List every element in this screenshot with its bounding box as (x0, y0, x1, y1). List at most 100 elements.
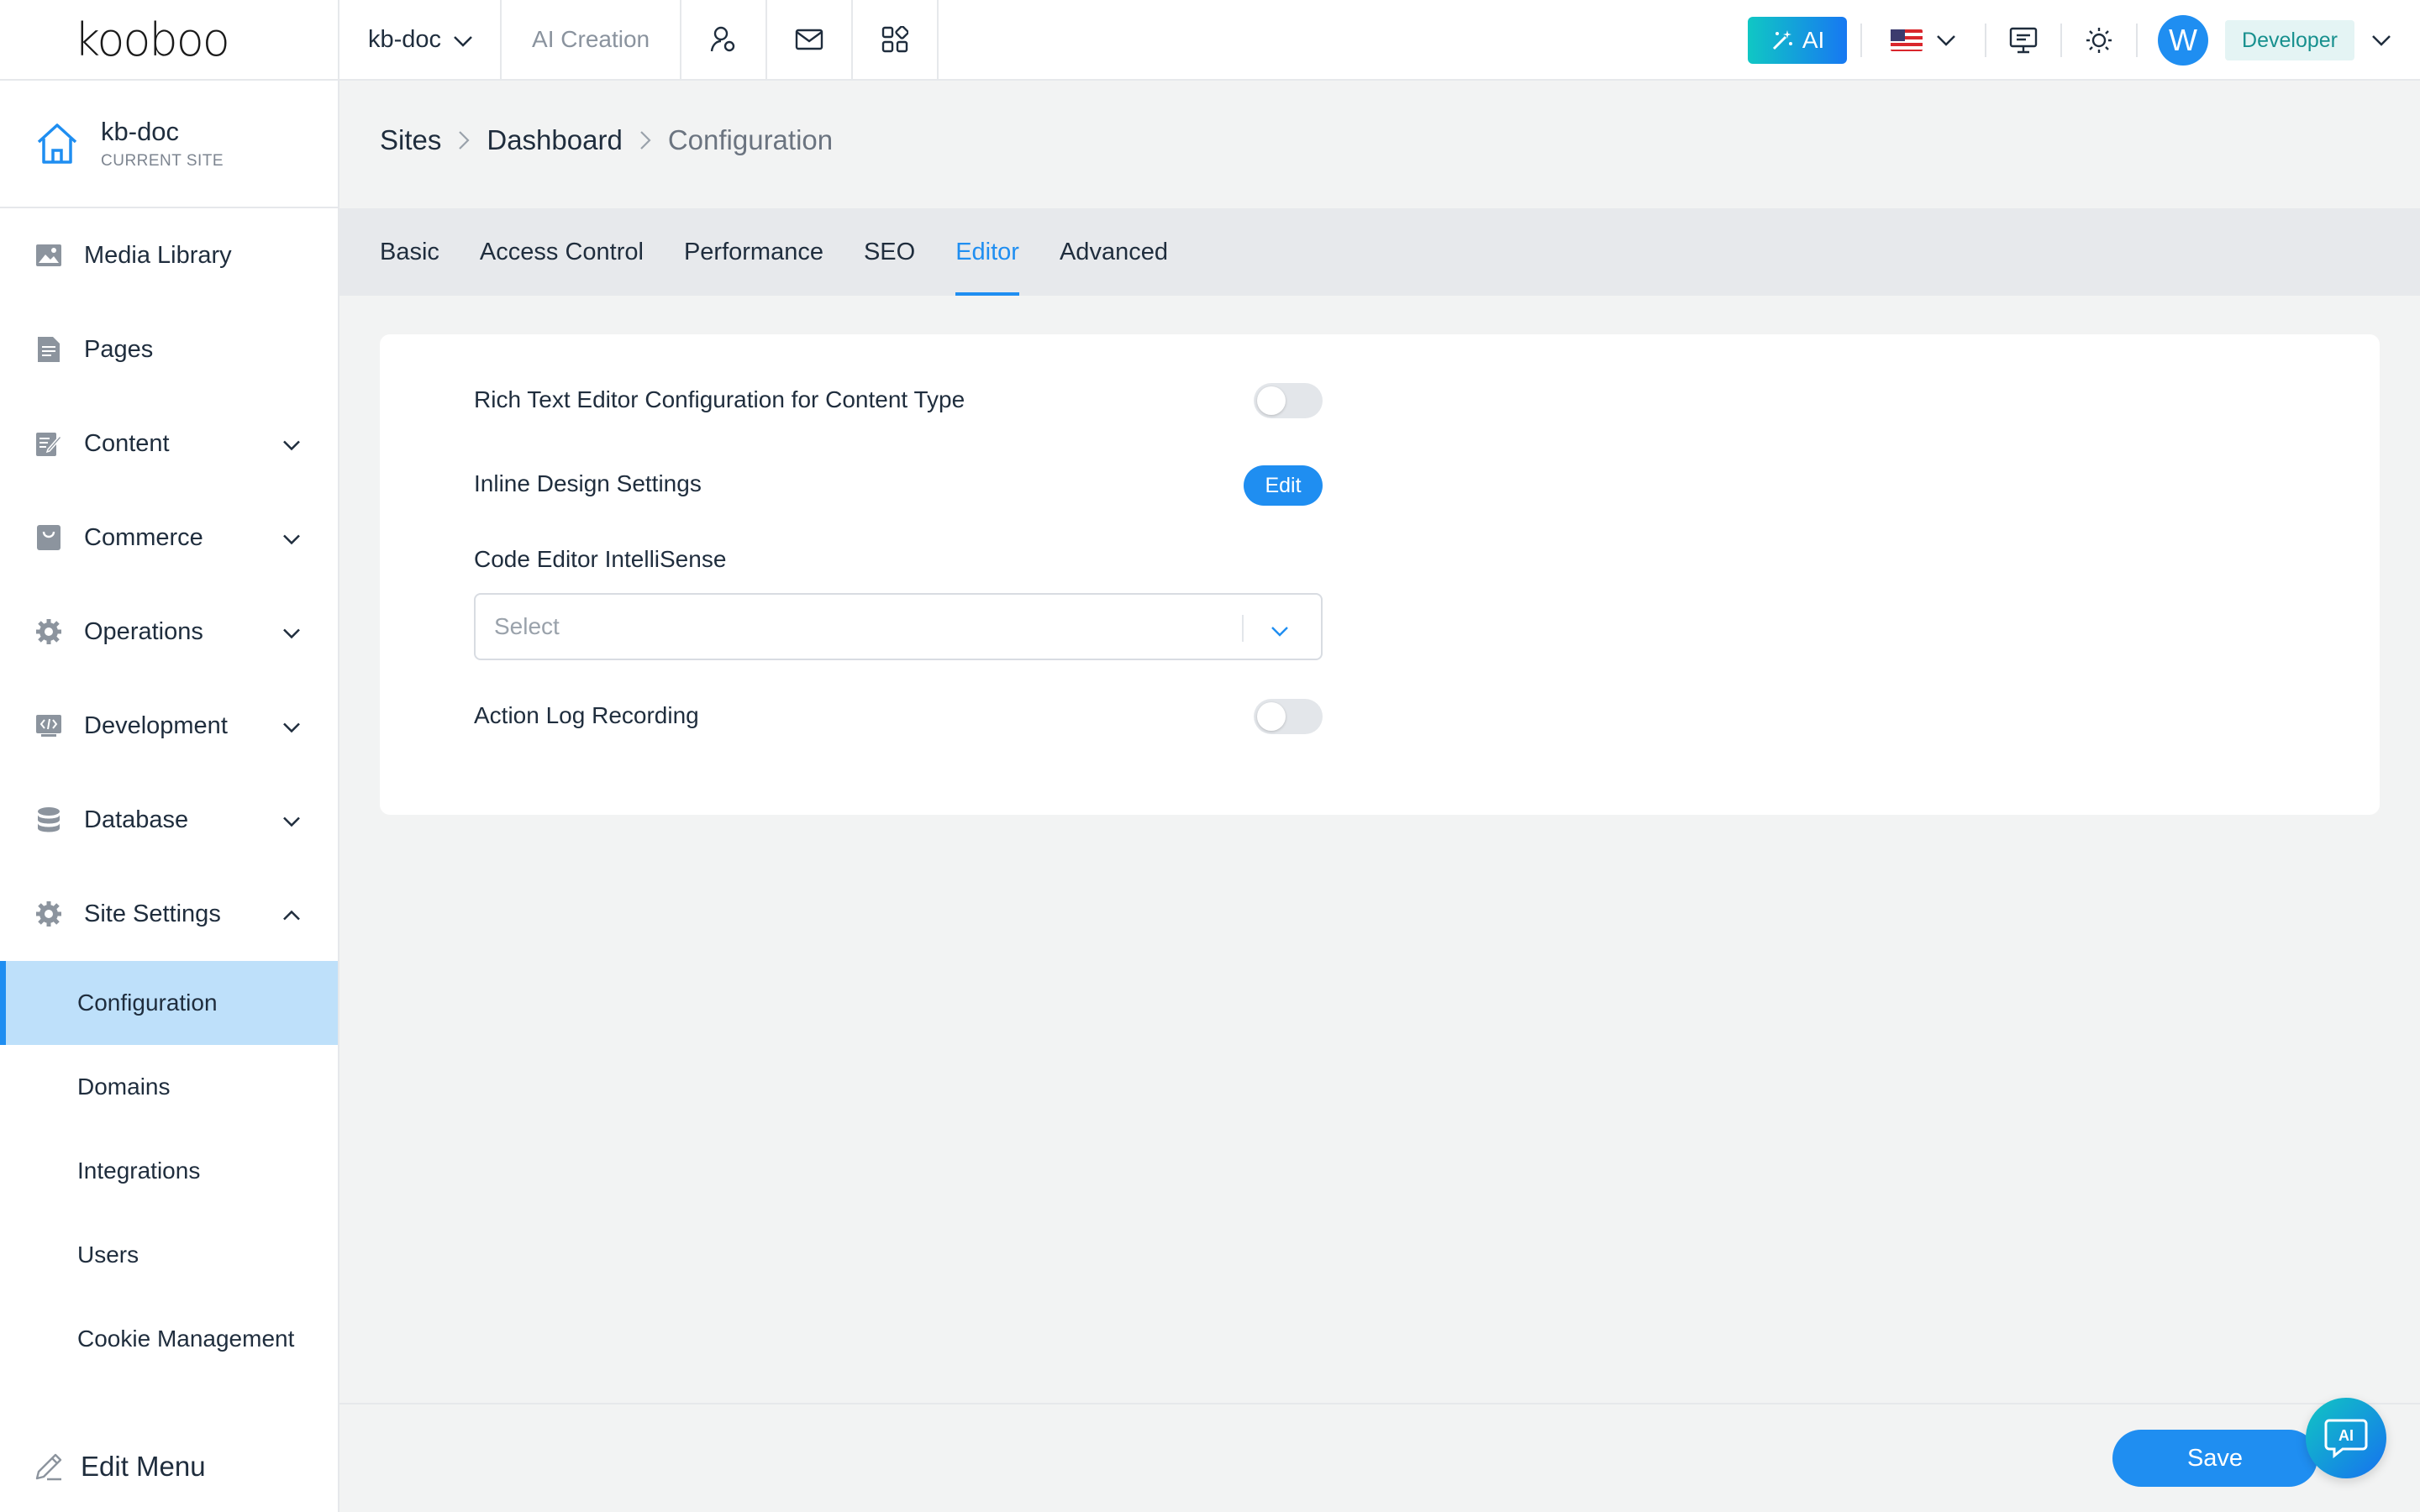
sidebar-subitem-label: Integrations (77, 1158, 201, 1184)
apps-button[interactable] (853, 0, 939, 80)
sidebar-item-content[interactable]: Content (0, 396, 338, 491)
sidebar-subitem-users[interactable]: Users (0, 1213, 338, 1297)
magic-wand-icon (1772, 30, 1792, 50)
ai-creation-label: AI Creation (532, 26, 650, 52)
gear-icon (35, 618, 62, 645)
sidebar-subitem-cookie-management[interactable]: Cookie Management (0, 1297, 338, 1381)
sidebar-item-label: Site Settings (84, 900, 221, 927)
database-icon (35, 806, 62, 833)
sidebar: kb-doc CURRENT SITE Media Library Pages … (0, 81, 339, 1512)
sidebar-item-label: Pages (84, 335, 154, 363)
language-selector[interactable] (1862, 29, 1985, 51)
tab-performance[interactable]: Performance (684, 208, 823, 296)
chevron-down-icon (1937, 35, 1955, 46)
tab-basic[interactable]: Basic (380, 208, 439, 296)
inline-design-edit-button[interactable]: Edit (1244, 465, 1323, 506)
bag-icon (35, 524, 62, 551)
mail-icon (795, 29, 823, 50)
sidebar-item-commerce[interactable]: Commerce (0, 491, 338, 585)
footer-divider (339, 1403, 2420, 1404)
messages-button[interactable] (767, 0, 854, 80)
edit-menu-button[interactable]: Edit Menu (0, 1421, 338, 1512)
role-badge[interactable]: Developer (2225, 20, 2354, 60)
kooboo-logo[interactable]: kooboo (0, 0, 339, 80)
save-button-label: Save (2186, 1444, 2244, 1472)
gear-icon (35, 900, 62, 927)
sidebar-subitem-label: Cookie Management (77, 1326, 295, 1352)
intellisense-label: Code Editor IntelliSense (474, 546, 727, 572)
page-icon (35, 336, 62, 363)
chevron-up-icon (282, 900, 301, 928)
sidebar-item-label: Operations (84, 617, 203, 645)
tab-advanced[interactable]: Advanced (1060, 208, 1168, 296)
breadcrumb: Sites Dashboard Configuration (380, 124, 833, 156)
chevron-down-icon (282, 430, 301, 458)
avatar-letter: W (2169, 23, 2198, 57)
pencil-icon (35, 1453, 62, 1481)
account-menu-toggle[interactable] (2354, 34, 2420, 46)
us-flag-icon (1891, 29, 1923, 51)
apps-grid-icon (881, 26, 909, 53)
sidebar-subitem-configuration[interactable]: Configuration (0, 961, 338, 1045)
chevron-down-icon (2372, 35, 2391, 46)
top-bar: kooboo kb-doc AI Creation AI W Developer (0, 0, 2420, 81)
save-button[interactable]: Save (2112, 1430, 2317, 1487)
config-tabs: Basic Access Control Performance SEO Edi… (339, 208, 2420, 296)
sidebar-item-operations[interactable]: Operations (0, 585, 338, 679)
user-settings-button[interactable] (681, 0, 768, 80)
theme-toggle-button[interactable] (2062, 0, 2136, 81)
inline-design-label: Inline Design Settings (474, 470, 702, 496)
intellisense-select[interactable]: Select (474, 593, 1323, 660)
sidebar-item-label: Commerce (84, 523, 203, 551)
top-right-tools: AI W Developer (1748, 0, 2420, 81)
chevron-down-icon (453, 26, 473, 54)
sidebar-item-development[interactable]: Development (0, 679, 338, 773)
chevron-down-icon (1270, 617, 1289, 643)
ai-button[interactable]: AI (1748, 17, 1848, 64)
breadcrumb-dashboard[interactable]: Dashboard (487, 124, 622, 156)
select-placeholder: Select (494, 613, 560, 639)
code-icon (35, 712, 62, 739)
chevron-down-icon (282, 806, 301, 834)
breadcrumb-sites[interactable]: Sites (380, 124, 441, 156)
edit-button-label: Edit (1265, 473, 1302, 497)
action-log-toggle[interactable] (1254, 699, 1323, 734)
ai-chat-icon: AI (2324, 1419, 2368, 1459)
ai-chat-button[interactable]: AI (2306, 1398, 2386, 1478)
logo-text: kooboo (74, 13, 230, 66)
tab-access-control[interactable]: Access Control (480, 208, 644, 296)
sidebar-item-pages[interactable]: Pages (0, 302, 338, 396)
ai-chat-label: AI (2338, 1427, 2354, 1444)
tab-editor[interactable]: Editor (955, 208, 1019, 296)
toggle-knob (1257, 386, 1286, 415)
sidebar-subitem-label: Configuration (77, 990, 218, 1016)
edit-menu-label: Edit Menu (81, 1451, 206, 1482)
sidebar-item-site-settings[interactable]: Site Settings (0, 867, 338, 961)
sidebar-item-media-library[interactable]: Media Library (0, 208, 338, 302)
role-label: Developer (2242, 28, 2338, 52)
tab-seo[interactable]: SEO (864, 208, 915, 296)
content-icon (35, 430, 62, 457)
sidebar-item-database[interactable]: Database (0, 773, 338, 867)
current-site[interactable]: kb-doc CURRENT SITE (0, 81, 338, 208)
sun-icon (2086, 28, 2112, 53)
editor-settings-card: Rich Text Editor Configuration for Conte… (380, 334, 2380, 815)
select-divider (1242, 615, 1244, 642)
ai-creation-link[interactable]: AI Creation (502, 0, 682, 80)
sidebar-item-label: Database (84, 806, 189, 833)
breadcrumb-configuration: Configuration (667, 124, 834, 155)
sidebar-subitem-integrations[interactable]: Integrations (0, 1129, 338, 1213)
site-switcher[interactable]: kb-doc (339, 0, 502, 80)
current-site-label: CURRENT SITE (101, 152, 224, 170)
current-site-name: kb-doc (101, 117, 180, 146)
sidebar-subitem-label: Users (77, 1242, 139, 1268)
preview-button[interactable] (1986, 0, 2060, 81)
sidebar-subitem-domains[interactable]: Domains (0, 1045, 338, 1129)
sidebar-item-label: Development (84, 711, 228, 739)
chevron-down-icon (282, 618, 301, 646)
rich-text-editor-toggle[interactable] (1254, 383, 1323, 418)
chevron-right-icon (458, 130, 470, 150)
site-switcher-label: kb-doc (368, 25, 442, 53)
avatar[interactable]: W (2158, 15, 2209, 66)
home-icon (37, 123, 77, 164)
